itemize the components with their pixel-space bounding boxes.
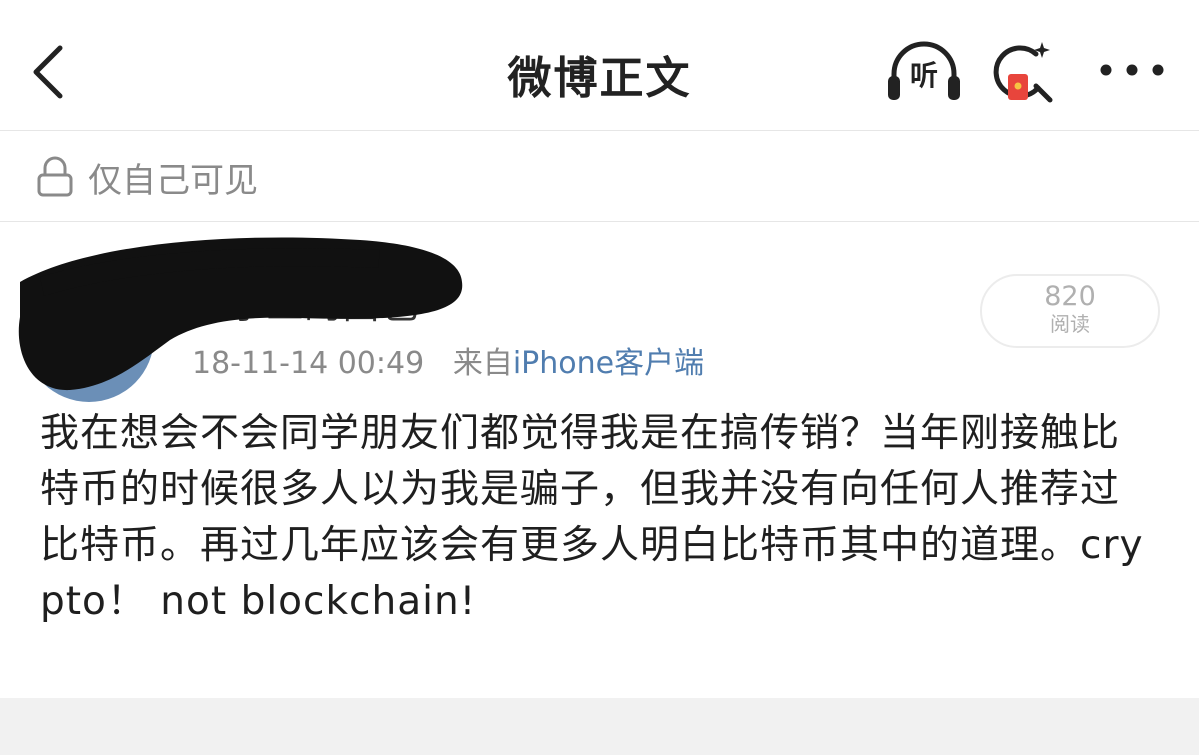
- post-meta: 18-11-14 00:49 来自iPhone客户端: [192, 338, 704, 382]
- lock-icon: [37, 156, 73, 197]
- search-button[interactable]: [992, 36, 1062, 108]
- post-timestamp: 18-11-14 00:49: [192, 346, 425, 381]
- read-count-label: 阅读: [1050, 312, 1090, 336]
- visibility-label: 仅自己可见: [88, 161, 258, 201]
- bottom-divider-bar: [0, 698, 1199, 755]
- listen-button[interactable]: 听: [884, 40, 964, 106]
- more-options-button[interactable]: [1092, 50, 1172, 90]
- post-from-prefix: 来自: [452, 346, 513, 381]
- visibility-row: 仅自己可见: [0, 131, 1199, 222]
- weibo-post-page: 微博正文 听 仅自己可见 18-11-14 00:49 来自iPhone客户端 …: [0, 0, 1199, 755]
- read-count-badge: 820 阅读: [980, 274, 1160, 348]
- top-nav-bar: 微博正文 听: [0, 0, 1199, 131]
- read-count-number: 820: [1044, 281, 1096, 312]
- post-card: 皇小三的面包 18-11-14 00:49 来自iPhone客户端 820 阅读…: [0, 222, 1199, 698]
- post-source-link[interactable]: iPhone客户端: [513, 346, 704, 381]
- listen-label: 听: [909, 59, 938, 92]
- search-red-envelope-icon: [993, 42, 1053, 103]
- post-body-text: 我在想会不会同学朋友们都觉得我是在搞传销？当年刚接触比特币的时候很多人以为我是骗…: [40, 411, 1144, 624]
- more-dots-icon: [1100, 64, 1164, 76]
